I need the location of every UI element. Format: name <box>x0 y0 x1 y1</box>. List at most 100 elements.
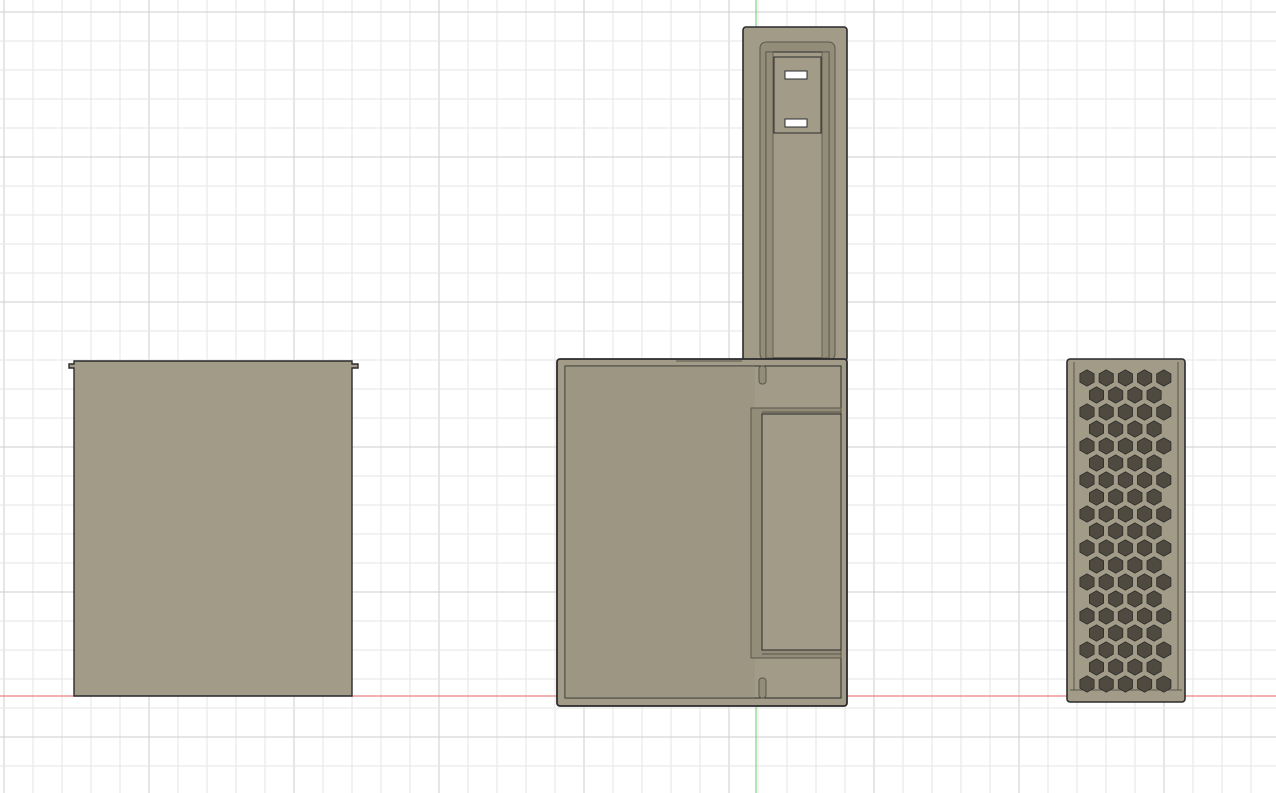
hex-hole <box>1156 471 1172 489</box>
slot-notch-bottom <box>758 677 767 699</box>
hex-hole <box>1146 386 1162 404</box>
hex-hole <box>1137 505 1153 523</box>
hex-hole <box>1108 420 1124 438</box>
hex-hole <box>1089 658 1104 676</box>
hex-hole <box>1108 556 1124 574</box>
flat-panel-part[interactable] <box>68 360 359 697</box>
hex-hole <box>1146 556 1162 574</box>
hex-hole <box>1089 624 1104 642</box>
hex-hole <box>1127 556 1143 574</box>
hex-hole <box>1137 437 1153 455</box>
hex-hole <box>1079 505 1095 523</box>
hex-hole <box>1156 675 1172 693</box>
hex-hole <box>1117 403 1133 421</box>
hex-hole <box>1117 675 1133 693</box>
hex-hole <box>1127 624 1143 642</box>
hex-hole <box>1098 675 1114 693</box>
hex-hole <box>1089 522 1104 540</box>
box-inner-shade <box>565 366 755 698</box>
hex-hole <box>1079 675 1095 693</box>
hex-hole <box>1089 386 1104 404</box>
hex-hole <box>1146 658 1162 676</box>
canvas-svg[interactable] <box>0 0 1276 793</box>
hex-hole <box>1089 420 1104 438</box>
hex-hole <box>1117 641 1133 659</box>
hex-hole <box>1098 471 1114 489</box>
hex-hole <box>1156 573 1172 591</box>
hex-hole <box>1098 539 1114 557</box>
hex-hole <box>1137 573 1153 591</box>
hex-hole <box>1098 607 1114 625</box>
hex-hole <box>1089 590 1104 608</box>
hex-hole <box>1108 624 1124 642</box>
hex-hole <box>1156 369 1172 387</box>
hex-hole <box>1146 590 1162 608</box>
hex-hole <box>1117 437 1133 455</box>
hex-hole <box>1127 488 1143 506</box>
hex-hole <box>1146 488 1162 506</box>
hex-hole <box>1127 454 1143 472</box>
column-rib-left <box>765 51 774 359</box>
hex-hole <box>1117 573 1133 591</box>
hex-hole <box>1098 573 1114 591</box>
slot-notch-top <box>758 365 767 385</box>
hex-hole <box>1137 607 1153 625</box>
hex-hole <box>1156 607 1172 625</box>
hex-hole <box>1079 471 1095 489</box>
hex-hole <box>1108 386 1124 404</box>
hex-hole <box>1108 590 1124 608</box>
hex-hole <box>1146 522 1162 540</box>
hex-hole <box>1098 641 1114 659</box>
hex-hole <box>1156 641 1172 659</box>
hex-hole <box>1127 420 1143 438</box>
hex-hole <box>1137 641 1153 659</box>
hex-hole <box>1117 539 1133 557</box>
hex-hole <box>1108 488 1124 506</box>
hex-hole <box>1117 505 1133 523</box>
hex-hole <box>1108 522 1124 540</box>
hex-hole <box>1079 403 1095 421</box>
hex-hole <box>1098 403 1114 421</box>
hex-hole <box>1146 624 1162 642</box>
hex-hole <box>1127 590 1143 608</box>
hex-hole <box>1127 386 1143 404</box>
hex-hole <box>1098 505 1114 523</box>
design-viewport[interactable] <box>0 0 1276 793</box>
hex-hole <box>1146 420 1162 438</box>
hex-hole <box>1156 505 1172 523</box>
flat-panel-body[interactable] <box>68 360 359 697</box>
hex-hole <box>1079 641 1095 659</box>
side-compartment-inner <box>761 413 842 651</box>
hex-hole <box>1089 556 1104 574</box>
hex-hole <box>1089 454 1104 472</box>
enclosure-box-part[interactable] <box>556 26 848 707</box>
hex-hole <box>1079 437 1095 455</box>
hex-hole <box>1117 607 1133 625</box>
hex-hole <box>1079 573 1095 591</box>
hex-hole <box>1108 658 1124 676</box>
hex-hole <box>1117 369 1133 387</box>
hex-hole <box>1156 437 1172 455</box>
hex-hole <box>1108 454 1124 472</box>
hex-hole <box>1137 369 1153 387</box>
hex-hole <box>1156 403 1172 421</box>
hex-hole <box>1137 471 1153 489</box>
hex-hole <box>1137 675 1153 693</box>
hex-grille-part[interactable] <box>1066 358 1186 703</box>
hex-hole <box>1098 437 1114 455</box>
hex-hole <box>1127 522 1143 540</box>
hex-hole <box>1098 369 1114 387</box>
hex-hole <box>1156 539 1172 557</box>
hex-hole <box>1146 454 1162 472</box>
hex-hole <box>1079 369 1095 387</box>
hex-hole <box>1079 539 1095 557</box>
hex-hole <box>1117 471 1133 489</box>
hex-hole <box>1127 658 1143 676</box>
column-rib-right <box>821 51 830 359</box>
hex-hole <box>1137 539 1153 557</box>
hex-hole <box>1089 488 1104 506</box>
connector-slot-bottom <box>784 118 808 128</box>
hex-hole <box>1137 403 1153 421</box>
connector-slot-top <box>784 70 808 80</box>
hex-hole <box>1079 607 1095 625</box>
